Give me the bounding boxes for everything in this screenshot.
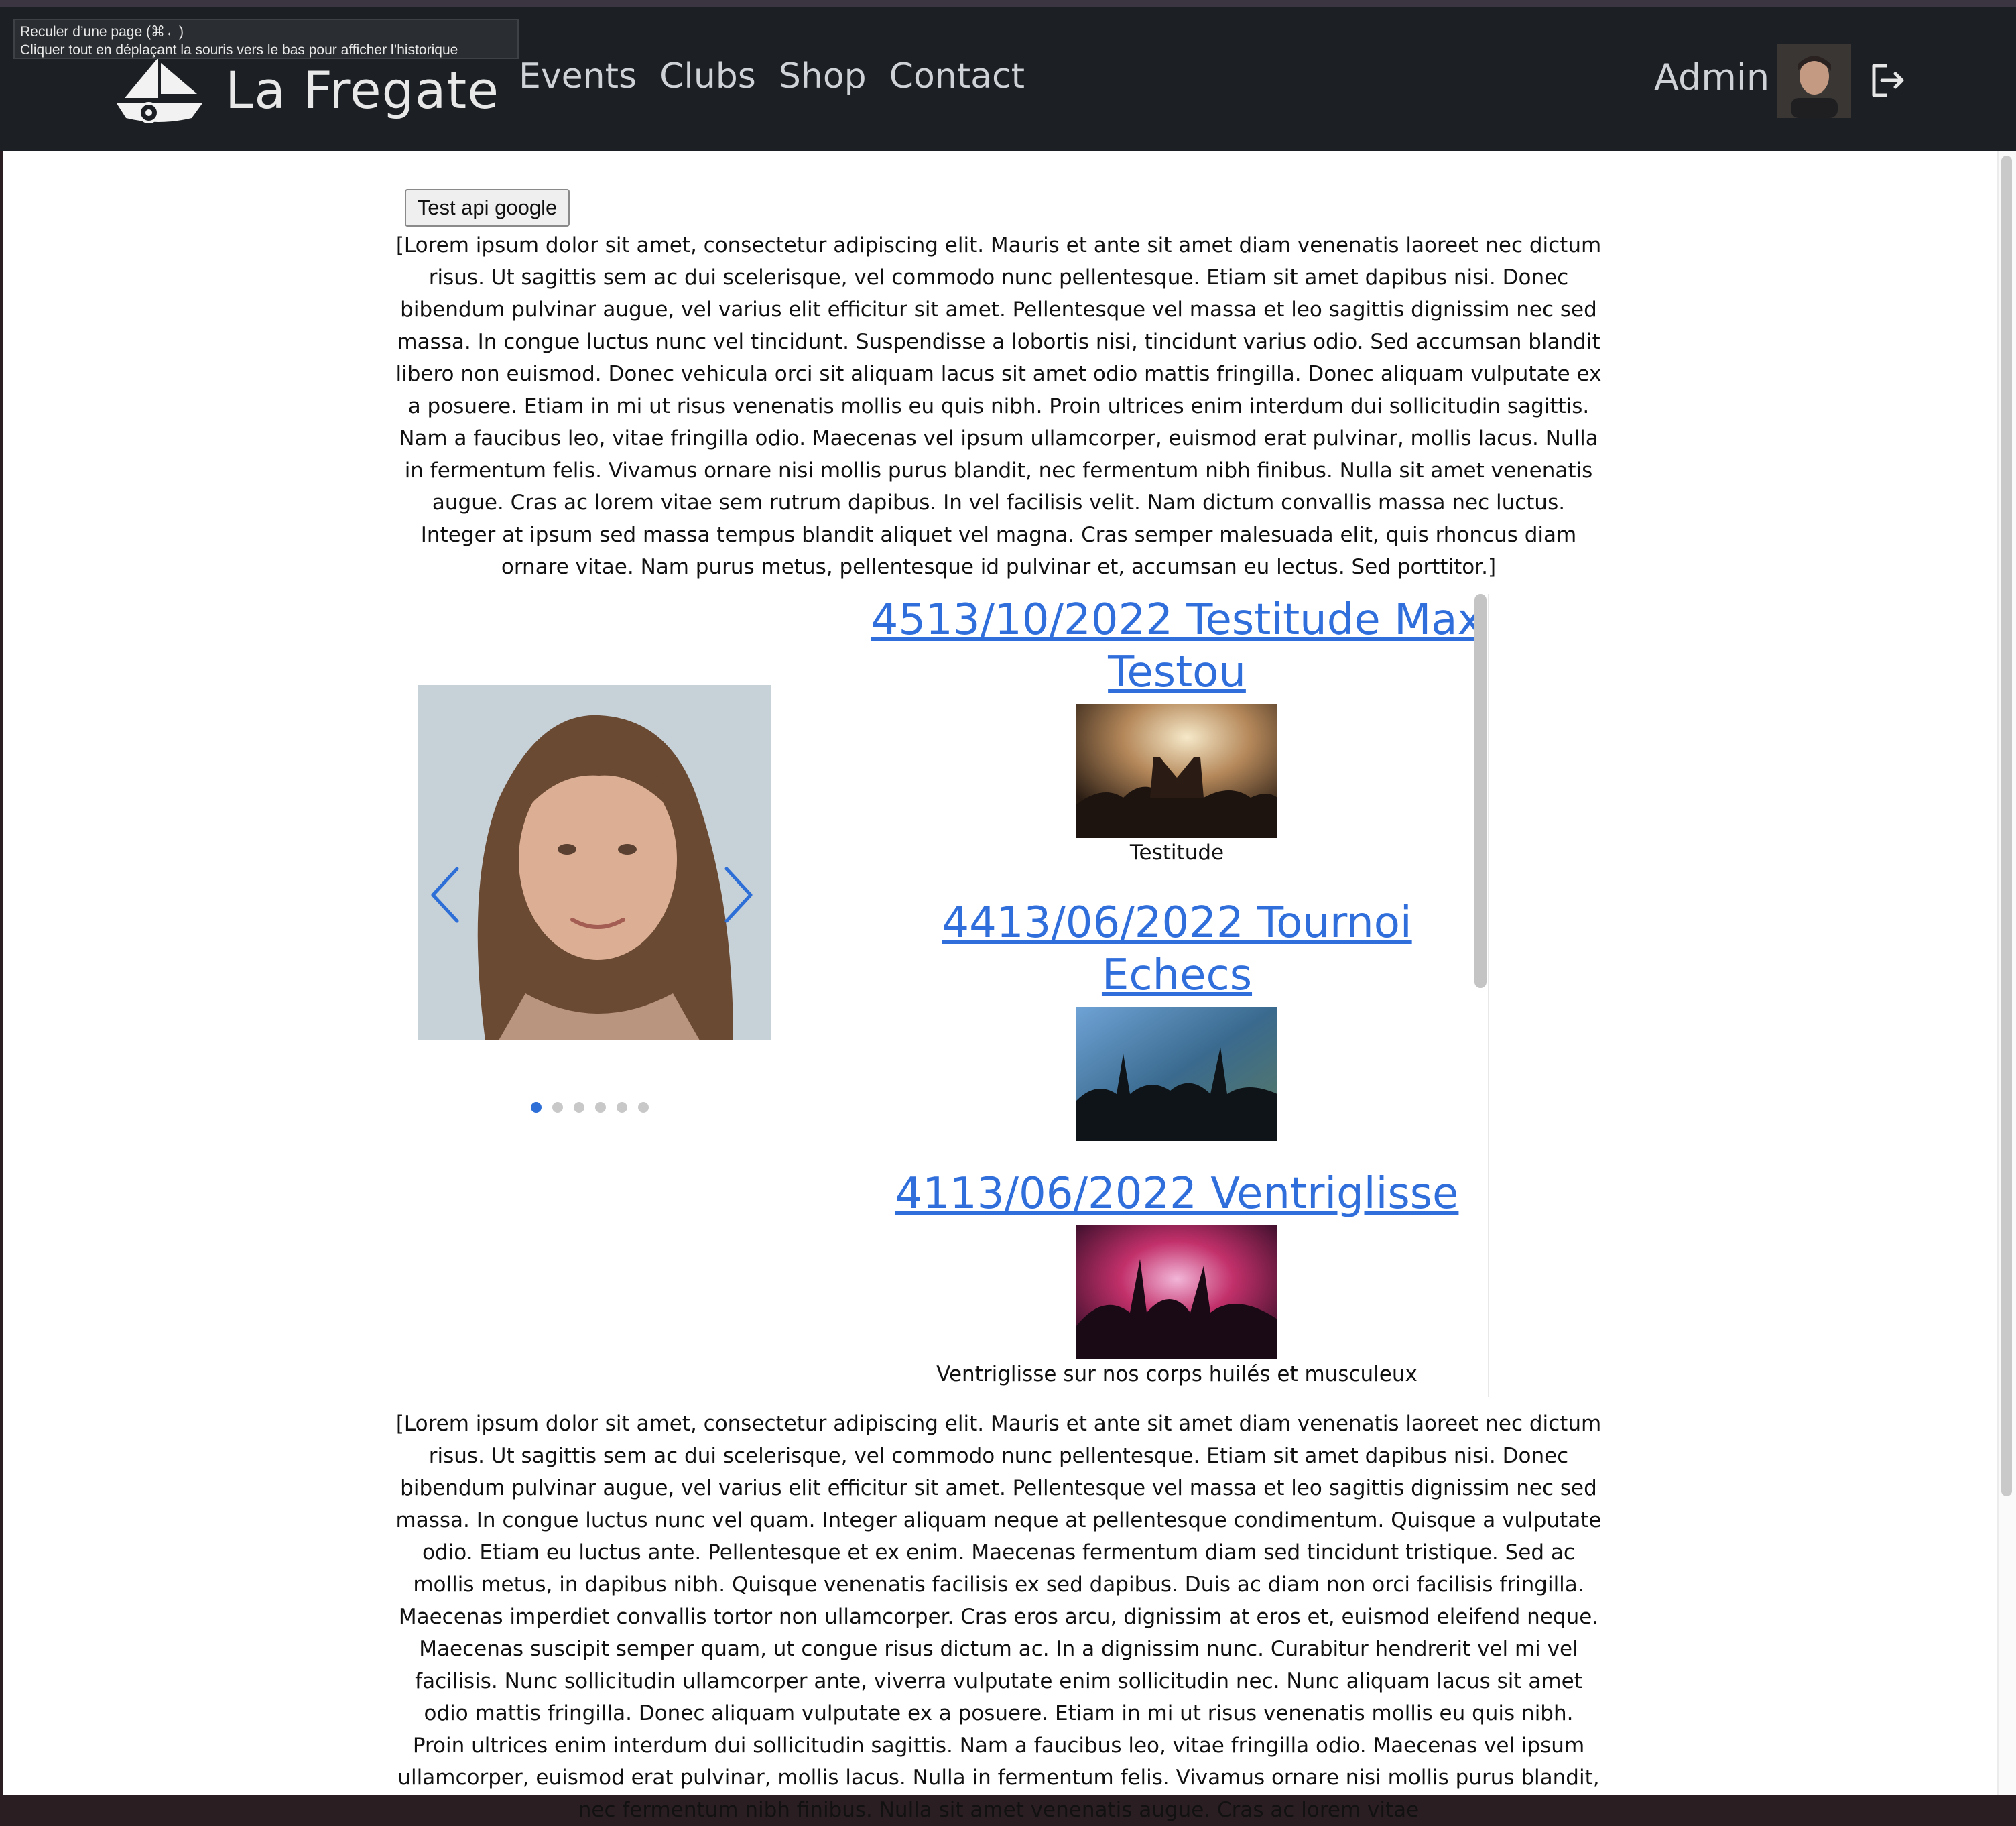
nav-links: Events Clubs Shop Contact [519, 56, 1025, 97]
carousel-dots [531, 1102, 649, 1113]
brand[interactable]: La Fregate [111, 51, 499, 129]
test-api-google-button[interactable]: Test api google [405, 189, 570, 227]
events-scrollbar-thumb[interactable] [1474, 594, 1487, 988]
carousel-dot[interactable] [531, 1102, 542, 1113]
event-title-link[interactable]: 4413/06/2022 Tournoi Echecs [869, 897, 1485, 1001]
concert-photo [1076, 1007, 1277, 1141]
carousel-dot[interactable] [595, 1102, 606, 1113]
carousel-next-arrow-icon[interactable] [717, 865, 757, 925]
event-item: 4513/10/2022 Testitude Max Testou Testit… [869, 594, 1485, 865]
avatar[interactable] [1777, 44, 1851, 118]
person-photo [418, 685, 771, 1040]
concert-photo [1076, 1225, 1277, 1359]
event-item: 4113/06/2022 Ventriglisse Ventriglisse s… [869, 1168, 1485, 1386]
concert-photo [1076, 704, 1277, 838]
nav-link-shop[interactable]: Shop [779, 56, 867, 97]
carousel-slide [418, 685, 771, 1040]
event-title-link[interactable]: 4113/06/2022 Ventriglisse [869, 1168, 1485, 1220]
events-list[interactable]: 4513/10/2022 Testitude Max Testou Testit… [869, 594, 1489, 1397]
carousel-prev-arrow-icon[interactable] [426, 865, 466, 925]
event-caption: Ventriglisse sur nos corps huilés et mus… [936, 1362, 1418, 1386]
page-scrollbar-thumb[interactable] [2001, 156, 2012, 1496]
event-image [1076, 1007, 1277, 1141]
carousel-dot[interactable] [638, 1102, 649, 1113]
intro-text: [Lorem ipsum dolor sit amet, consectetur… [395, 233, 1602, 579]
browser-top-edge [0, 0, 2016, 7]
brand-name: La Fregate [225, 60, 499, 120]
back-tooltip: Reculer d’une page (⌘←) Cliquer tout en … [13, 19, 519, 59]
avatar-person-icon [1777, 44, 1851, 118]
carousel-dot[interactable] [552, 1102, 563, 1113]
back-tooltip-line1: Reculer d’une page (⌘←) [20, 24, 184, 40]
ship-logo-icon [117, 58, 202, 123]
outro-text: [Lorem ipsum dolor sit amet, consectetur… [395, 1412, 1602, 1822]
nav-link-clubs[interactable]: Clubs [659, 56, 756, 97]
nav-link-events[interactable]: Events [519, 56, 637, 97]
logout-icon[interactable] [1867, 60, 1907, 101]
carousel-dot[interactable] [574, 1102, 584, 1113]
event-item: 4413/06/2022 Tournoi Echecs [869, 897, 1485, 1141]
user-name[interactable]: Admin [1654, 56, 1769, 99]
event-caption: Testitude [1129, 841, 1224, 865]
nav-link-contact[interactable]: Contact [889, 56, 1025, 97]
event-title-link[interactable]: 4513/10/2022 Testitude Max Testou [869, 594, 1485, 698]
event-image [1076, 1225, 1277, 1359]
carousel-dot[interactable] [617, 1102, 627, 1113]
event-image [1076, 704, 1277, 838]
back-tooltip-line2: Cliquer tout en déplaçant la souris vers… [20, 42, 458, 58]
